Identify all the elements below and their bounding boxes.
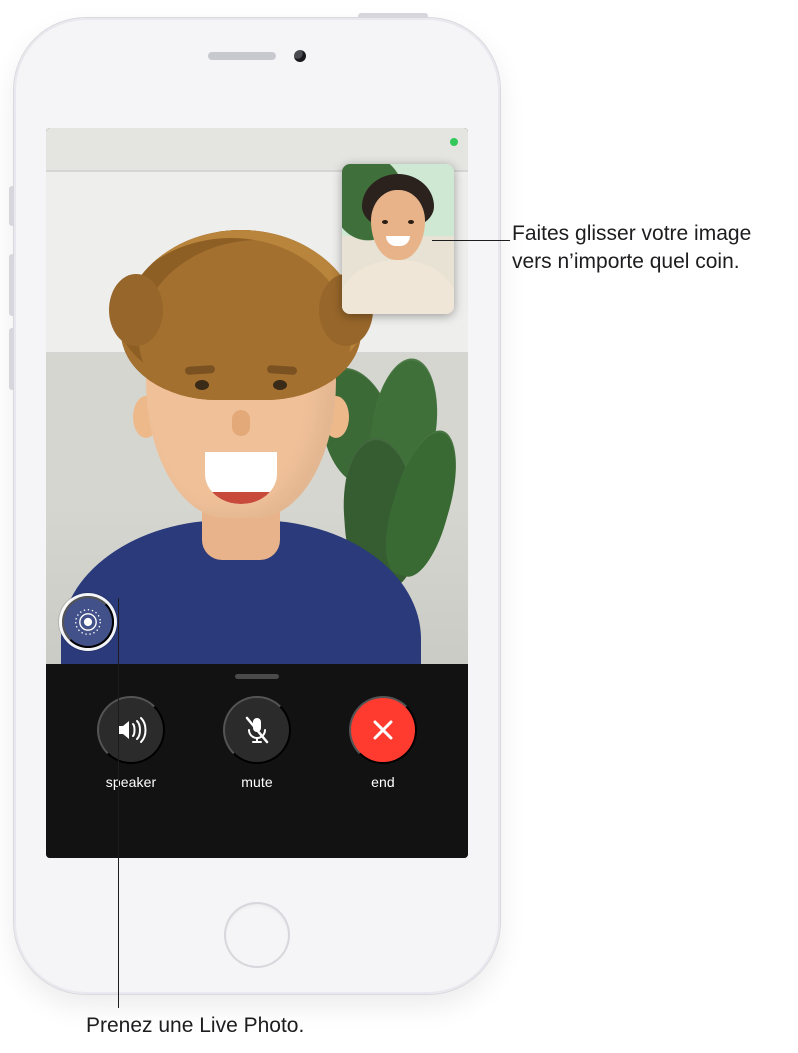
callout-drag-pip-text: Faites glisser votre image vers n’import… [512,220,792,277]
power-button [358,13,428,18]
document-canvas: speaker [0,0,798,1053]
controls-row: speaker [46,696,468,790]
screen: speaker [46,128,468,858]
callout-leader-pip [432,240,510,241]
speaker-button[interactable] [97,696,165,764]
controls-panel: speaker [46,664,468,858]
speaker-control: speaker [97,696,165,790]
volume-down-button [9,328,14,390]
live-photo-button[interactable] [62,596,114,648]
volume-up-button [9,254,14,316]
panel-grabber[interactable] [235,674,279,679]
callout-leader-livephoto [118,598,119,1008]
earpiece [208,52,276,60]
self-view-pip[interactable] [342,164,454,314]
camera-active-indicator [450,138,458,146]
callout-live-photo-text: Prenez une Live Photo. [86,1012,486,1040]
device-top-bar [14,50,500,62]
speaker-label: speaker [106,774,157,790]
end-label: end [371,774,395,790]
ring-switch [9,186,14,226]
mute-button[interactable] [223,696,291,764]
front-camera [294,50,306,62]
live-photo-icon [73,607,103,637]
mute-label: mute [241,774,273,790]
close-icon [369,716,397,744]
end-button[interactable] [349,696,417,764]
device-frame: speaker [14,18,500,994]
mute-control: mute [223,696,291,790]
end-control: end [349,696,417,790]
callout-live-photo: Prenez une Live Photo. [86,1012,486,1040]
speaker-icon [114,713,148,747]
remote-video [46,128,468,664]
home-button[interactable] [224,902,290,968]
mute-icon [241,714,273,746]
callout-drag-pip: Faites glisser votre image vers n’import… [512,220,792,277]
